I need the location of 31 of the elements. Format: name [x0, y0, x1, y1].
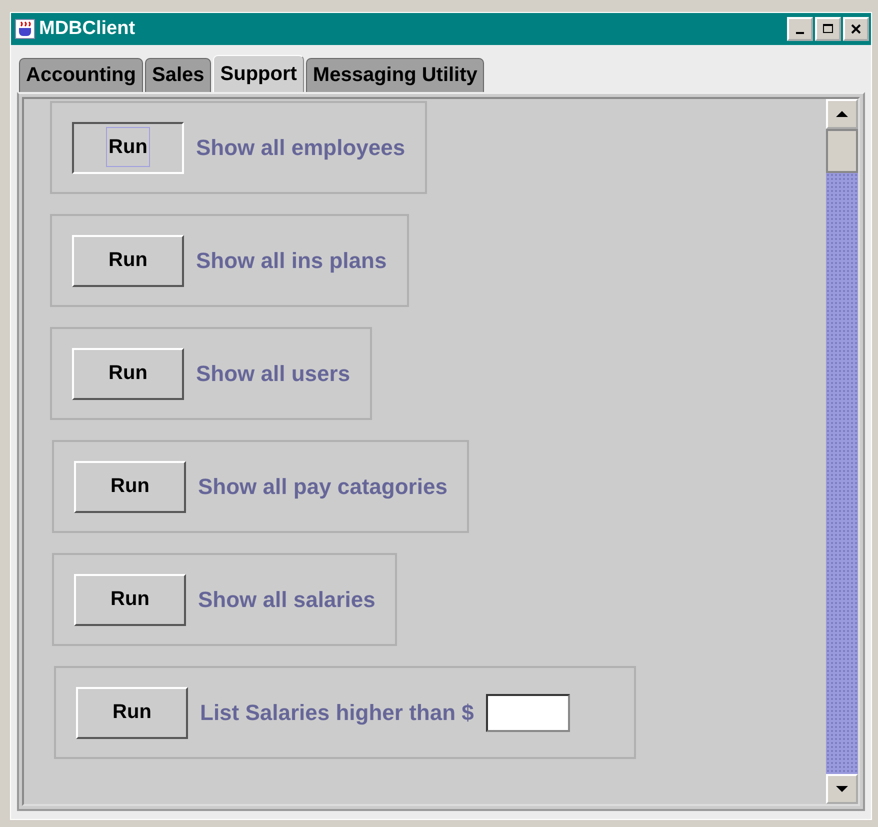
- down-arrow-icon: [836, 785, 848, 793]
- tab[interactable]: Sales: [145, 58, 212, 92]
- query-label: List Salaries higher than $: [200, 700, 474, 726]
- minimize-button[interactable]: [787, 17, 813, 41]
- run-button[interactable]: Run: [74, 460, 186, 512]
- query-label: Show all pay catagories: [198, 474, 448, 500]
- query-label: Show all employees: [196, 134, 406, 160]
- up-arrow-icon: [836, 110, 848, 118]
- scroll-up-button[interactable]: [826, 99, 858, 129]
- window-title: MDBClient: [39, 18, 136, 40]
- tab[interactable]: Accounting: [19, 58, 143, 92]
- run-button[interactable]: Run: [76, 686, 188, 738]
- scroll-down-button[interactable]: [826, 774, 858, 804]
- maximize-icon: [823, 24, 833, 34]
- amount-field[interactable]: [486, 694, 570, 732]
- tab[interactable]: Messaging Utility: [306, 58, 484, 92]
- run-button[interactable]: Run: [74, 574, 186, 626]
- run-button[interactable]: Run: [72, 234, 184, 286]
- query-label: Show all salaries: [198, 586, 376, 612]
- minimize-icon: [796, 32, 804, 34]
- scrollbar[interactable]: [826, 99, 858, 804]
- query-label: Show all ins plans: [196, 248, 387, 274]
- tab[interactable]: Support: [213, 55, 304, 92]
- scroll-thumb[interactable]: [826, 129, 858, 173]
- close-icon: [851, 24, 861, 34]
- run-button[interactable]: Run: [72, 122, 184, 174]
- app-icon: [15, 19, 35, 39]
- close-button[interactable]: [843, 17, 869, 41]
- run-button[interactable]: Run: [72, 348, 184, 400]
- query-label: Show all users: [196, 360, 350, 386]
- maximize-button[interactable]: [815, 17, 841, 41]
